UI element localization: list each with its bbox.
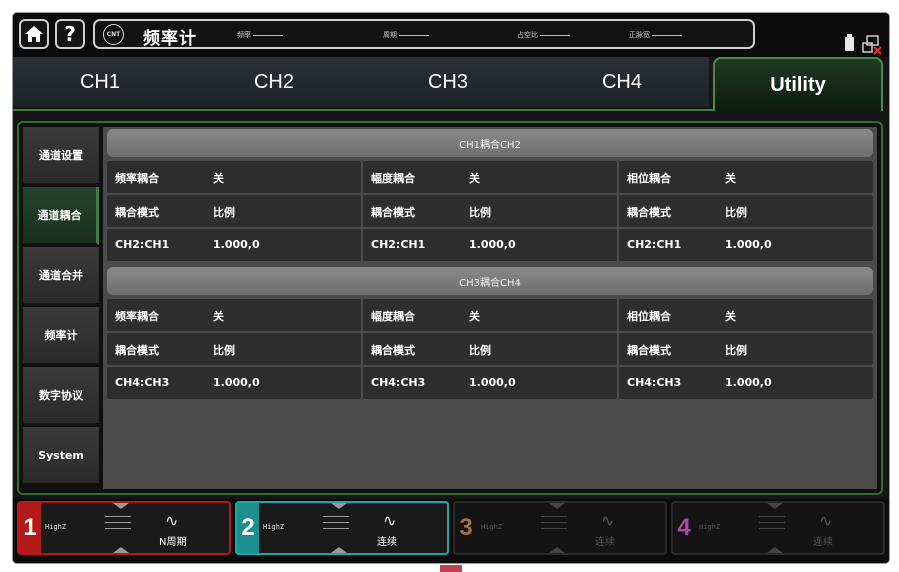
level-icon [759, 511, 785, 545]
amp-coupling-cell[interactable]: 幅度耦合关 [363, 299, 617, 331]
period-readout: 周期 [383, 30, 429, 40]
mode-title: 频率计 [143, 29, 197, 49]
frequency-readout: 频率 [237, 30, 283, 40]
coupling-content: CH1耦合CH2 频率耦合关 幅度耦合关 相位耦合关 耦合模式 比例 耦合模式 比例… [103, 127, 877, 489]
help-icon: ? [64, 22, 76, 46]
device-screen: ? CNT 频率计 频率 周期 占空比 正脉宽 CH1 CH2 CH3 CH4 … [13, 13, 889, 563]
ratio-cell[interactable]: CH4:CH3 1.000,0 [107, 367, 361, 399]
impedance-label: HighZ [45, 523, 67, 531]
sidebar-item-counter[interactable]: 频率计 [23, 307, 99, 365]
group-header-ch3-ch4: CH3耦合CH4 [107, 267, 873, 295]
page-marker [440, 565, 462, 572]
utility-panel: 通道设置 通道耦合 通道合并 频率计 数字协议 System CH1耦合CH2 … [17, 121, 883, 495]
home-icon [25, 26, 43, 42]
ratio-cell[interactable]: CH2:CH1 1.000,0 [107, 229, 361, 261]
offset-up-icon [549, 503, 565, 509]
usb-icon [862, 35, 882, 55]
offset-down-icon [767, 547, 783, 553]
battery-icon [845, 34, 854, 51]
coupling-mode-cell[interactable]: 耦合模式 比例 [363, 333, 617, 365]
tab-ch2[interactable]: CH2 [187, 57, 361, 107]
tab-divider [13, 109, 713, 111]
offset-up-icon [331, 503, 347, 509]
sidebar-item-channel-settings[interactable]: 通道设置 [23, 127, 99, 185]
channel-1-status[interactable]: 1 HighZ ∿ N周期 [17, 501, 231, 555]
coupling-mode-cell[interactable]: 耦合模式 比例 [363, 195, 617, 227]
freq-coupling-cell[interactable]: 频率耦合关 [107, 161, 361, 193]
mode-label: 连续 [813, 537, 833, 548]
pulse-width-readout: 正脉宽 [629, 30, 682, 40]
tab-ch3[interactable]: CH3 [361, 57, 535, 107]
offset-down-icon [549, 547, 565, 553]
mode-label: N周期 [159, 537, 187, 548]
ratio-cell[interactable]: CH2:CH1 1.000,0 [363, 229, 617, 261]
coupling-mode-cell[interactable]: 耦合模式 比例 [619, 195, 873, 227]
channel-4-status[interactable]: 4 HighZ ∿ 连续 [671, 501, 885, 555]
sine-icon: ∿ [165, 511, 179, 530]
group-header-ch1-ch2: CH1耦合CH2 [107, 129, 873, 157]
phase-coupling-cell[interactable]: 相位耦合关 [619, 161, 873, 193]
mode-label: 连续 [595, 537, 615, 548]
coupling-mode-cell[interactable]: 耦合模式 比例 [619, 333, 873, 365]
tab-utility[interactable]: Utility [713, 57, 883, 111]
tab-ch1[interactable]: CH1 [13, 57, 187, 107]
channel-number: 2 [237, 503, 259, 553]
freq-coupling-cell[interactable]: 频率耦合关 [107, 299, 361, 331]
channel-number: 4 [677, 514, 691, 541]
ratio-cell[interactable]: CH4:CH3 1.000,0 [619, 367, 873, 399]
impedance-label: HighZ [263, 523, 285, 531]
coupling-mode-cell[interactable]: 耦合模式 比例 [107, 333, 361, 365]
channel-tabs: CH1 CH2 CH3 CH4 Utility [13, 57, 889, 111]
mode-label: 连续 [377, 537, 397, 548]
tab-ch4[interactable]: CH4 [535, 57, 709, 107]
offset-up-icon [767, 503, 783, 509]
channel-3-status[interactable]: 3 HighZ ∿ 连续 [453, 501, 667, 555]
amp-coupling-cell[interactable]: 幅度耦合关 [363, 161, 617, 193]
ratio-cell[interactable]: CH2:CH1 1.000,0 [619, 229, 873, 261]
level-icon [323, 511, 349, 545]
sidebar-item-system[interactable]: System [23, 427, 99, 485]
phase-coupling-cell[interactable]: 相位耦合关 [619, 299, 873, 331]
channel-number: 3 [459, 514, 473, 541]
status-box: CNT 频率计 频率 周期 占空比 正脉宽 [93, 19, 755, 49]
impedance-label: HighZ [699, 523, 721, 531]
level-icon [541, 511, 567, 545]
level-icon [105, 511, 131, 545]
coupling-mode-cell[interactable]: 耦合模式 比例 [107, 195, 361, 227]
home-button[interactable] [19, 19, 49, 49]
top-bar: ? CNT 频率计 频率 周期 占空比 正脉宽 [13, 13, 889, 57]
offset-down-icon [113, 547, 129, 553]
impedance-label: HighZ [481, 523, 503, 531]
offset-down-icon [331, 547, 347, 553]
counter-mode-icon: CNT [103, 24, 124, 45]
channel-2-status[interactable]: 2 HighZ ∿ 连续 [235, 501, 449, 555]
help-button[interactable]: ? [55, 19, 85, 49]
sidebar-item-channel-merge[interactable]: 通道合并 [23, 247, 99, 305]
channel-number: 1 [19, 503, 41, 553]
utility-sidebar: 通道设置 通道耦合 通道合并 频率计 数字协议 System [23, 127, 99, 489]
sidebar-item-channel-coupling[interactable]: 通道耦合 [23, 187, 99, 245]
channel-status-bar: 1 HighZ ∿ N周期 2 HighZ ∿ 连续 3 HighZ ∿ 连续 [13, 499, 889, 563]
sine-icon: ∿ [601, 511, 615, 530]
offset-up-icon [113, 503, 129, 509]
sine-icon: ∿ [819, 511, 833, 530]
ratio-cell[interactable]: CH4:CH3 1.000,0 [363, 367, 617, 399]
sidebar-item-digital-protocol[interactable]: 数字协议 [23, 367, 99, 425]
sine-icon: ∿ [383, 511, 397, 530]
duty-cycle-readout: 占空比 [517, 30, 570, 40]
